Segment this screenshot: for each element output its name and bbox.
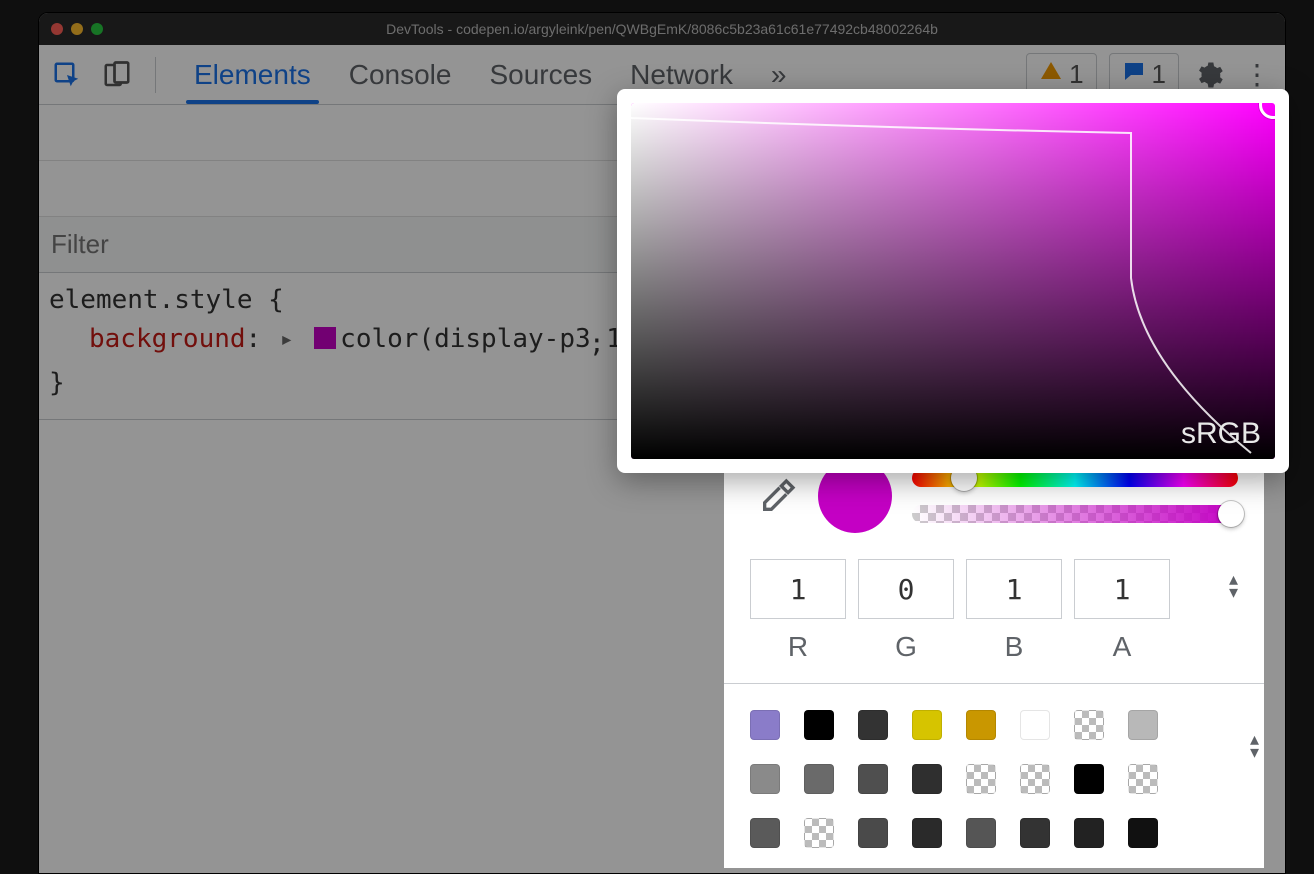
warning-icon	[1039, 59, 1063, 90]
chat-icon	[1122, 59, 1146, 90]
expand-value-icon[interactable]: ▸	[280, 322, 294, 357]
alpha-slider[interactable]	[912, 505, 1238, 523]
tab-sources[interactable]: Sources	[489, 47, 592, 103]
colon: :	[246, 324, 262, 354]
palette-swatch[interactable]	[1020, 764, 1050, 794]
css-property-name[interactable]: background	[89, 324, 246, 354]
settings-icon[interactable]	[1191, 57, 1227, 93]
palette-swatch[interactable]	[1074, 818, 1104, 848]
device-toolbar-icon[interactable]	[99, 57, 135, 93]
more-menu-icon[interactable]: ⋮	[1239, 57, 1275, 93]
color-picker-panel: 1 R 0 G 1 B 1 A ▴▾	[724, 433, 1264, 868]
palette-set-toggle[interactable]: ▴▾	[1250, 733, 1259, 758]
palette-swatch[interactable]	[966, 764, 996, 794]
titlebar: DevTools - codepen.io/argyleink/pen/QWBg…	[39, 13, 1285, 45]
warnings-count: 1	[1069, 59, 1083, 90]
color-sliders	[912, 469, 1238, 523]
palette-swatch[interactable]	[804, 764, 834, 794]
gamut-label: sRGB	[1181, 417, 1261, 451]
channel-g-label: G	[858, 631, 954, 663]
close-window-button[interactable]	[51, 23, 63, 35]
brace-close: }	[49, 368, 65, 398]
palette-swatch[interactable]	[858, 764, 888, 794]
eyedropper-icon[interactable]	[758, 476, 798, 516]
palette-swatch[interactable]	[1128, 764, 1158, 794]
color-swatch[interactable]	[314, 327, 336, 349]
css-property-value[interactable]: color(display-p3 1 0	[340, 324, 653, 354]
color-channel-inputs: 1 R 0 G 1 B 1 A ▴▾	[724, 539, 1264, 671]
brace-open: {	[268, 285, 284, 315]
channel-r-input[interactable]: 1	[750, 559, 846, 619]
minimize-window-button[interactable]	[71, 23, 83, 35]
palette-swatch[interactable]	[912, 710, 942, 740]
zoom-window-button[interactable]	[91, 23, 103, 35]
channel-g-input[interactable]: 0	[858, 559, 954, 619]
palette-swatch[interactable]	[858, 710, 888, 740]
palette-swatch[interactable]	[1128, 710, 1158, 740]
channel-a-label: A	[1074, 631, 1170, 663]
palette-swatch[interactable]	[750, 764, 780, 794]
color-format-toggle[interactable]: ▴▾	[1229, 573, 1238, 598]
tab-elements[interactable]: Elements	[194, 47, 311, 103]
color-spectrum-popover: sRGB	[617, 89, 1289, 473]
palette-swatch[interactable]	[804, 818, 834, 848]
messages-count: 1	[1152, 59, 1166, 90]
palette-swatch[interactable]	[1020, 710, 1050, 740]
color-palette	[724, 696, 1264, 868]
divider	[724, 683, 1264, 684]
palette-swatch[interactable]	[750, 710, 780, 740]
palette-swatch[interactable]	[750, 818, 780, 848]
separator	[155, 57, 156, 93]
palette-swatch[interactable]	[1128, 818, 1158, 848]
palette-swatch[interactable]	[804, 710, 834, 740]
semicolon: ;	[589, 329, 605, 359]
window-controls	[51, 23, 103, 35]
color-spectrum[interactable]: sRGB	[631, 103, 1275, 459]
palette-swatch[interactable]	[1074, 710, 1104, 740]
palette-swatch[interactable]	[1020, 818, 1050, 848]
palette-swatch[interactable]	[912, 818, 942, 848]
channel-b-label: B	[966, 631, 1062, 663]
channel-r-label: R	[750, 631, 846, 663]
palette-swatch[interactable]	[966, 710, 996, 740]
tab-console[interactable]: Console	[349, 47, 452, 103]
channel-b-input[interactable]: 1	[966, 559, 1062, 619]
inspect-element-icon[interactable]	[49, 57, 85, 93]
palette-swatch[interactable]	[1074, 764, 1104, 794]
channel-a-input[interactable]: 1	[1074, 559, 1170, 619]
window-title: DevTools - codepen.io/argyleink/pen/QWBg…	[39, 21, 1285, 37]
palette-swatch[interactable]	[858, 818, 888, 848]
rule-selector: element.style	[49, 285, 253, 315]
palette-swatch[interactable]	[912, 764, 942, 794]
palette-swatch[interactable]	[966, 818, 996, 848]
